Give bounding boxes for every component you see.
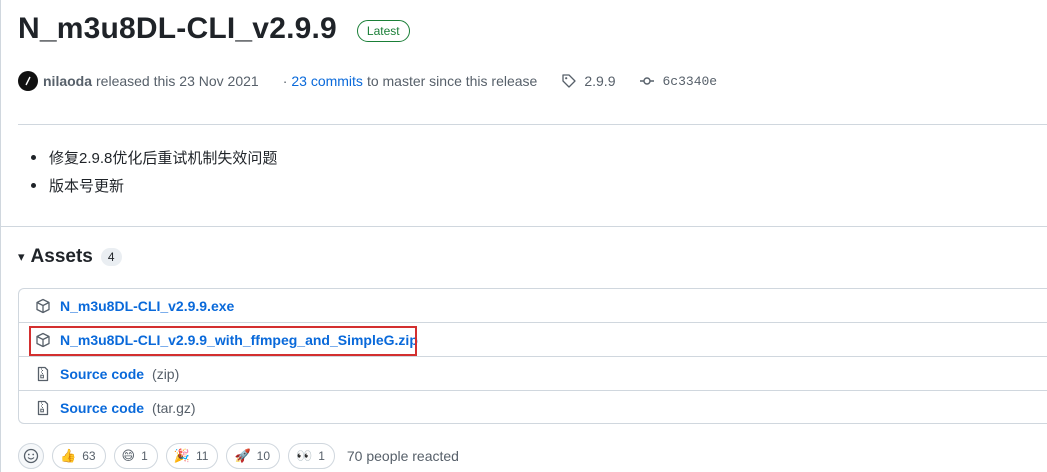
release-page: N_m3u8DL-CLI_v2.9.9 Latest nilaoda relea… <box>0 0 1047 472</box>
package-icon <box>35 298 51 314</box>
smiley-icon <box>23 448 39 464</box>
divider <box>18 124 1047 125</box>
bullet <box>31 182 36 188</box>
assets-title: Assets <box>30 246 93 267</box>
note-text: 版本号更新 <box>49 177 125 195</box>
laugh-icon: 😄 <box>121 448 136 463</box>
asset-format: (tar.gz) <box>152 400 196 416</box>
thumbs-up-icon: 👍 <box>60 448 77 463</box>
list-item: 版本号更新 <box>31 171 277 199</box>
package-icon <box>35 332 51 348</box>
author-link[interactable]: nilaoda <box>43 73 92 89</box>
reaction-rocket[interactable]: 🚀 10 <box>226 443 280 469</box>
commits-suffix: to master since this release <box>366 73 538 89</box>
avatar[interactable] <box>18 71 38 91</box>
reactions-bar: 👍 63 😄 1 🎉 11 🚀 10 👀 1 70 people reacted <box>18 443 459 469</box>
hooray-icon: 🎉 <box>173 448 190 463</box>
file-zip-icon <box>35 366 51 382</box>
caret-down-icon: ▾ <box>18 249 25 264</box>
commit-sha: 6c3340e <box>662 73 718 89</box>
tag-label: 2.9.9 <box>584 73 616 89</box>
reaction-count: 10 <box>256 449 270 463</box>
tag-link[interactable]: 2.9.9 <box>561 73 615 89</box>
commit-icon <box>639 73 655 89</box>
note-text: 修复2.9.8优化后重试机制失效问题 <box>49 149 278 167</box>
asset-row[interactable]: Source code (tar.gz) <box>19 391 1047 425</box>
commits-link[interactable]: 23 commits <box>291 73 363 89</box>
divider <box>1 226 1047 227</box>
release-meta: nilaoda released this 23 Nov 2021 · 23 c… <box>18 71 717 91</box>
asset-row[interactable]: N_m3u8DL-CLI_v2.9.9_with_ffmpeg_and_Simp… <box>19 323 1047 357</box>
reaction-count: 1 <box>141 449 148 463</box>
release-notes: 修复2.9.8优化后重试机制失效问题 版本号更新 <box>31 143 277 199</box>
eyes-icon: 👀 <box>296 448 313 463</box>
latest-badge: Latest <box>356 20 410 42</box>
tag-icon <box>561 73 577 89</box>
assets-count-badge: 4 <box>100 248 122 266</box>
reaction-count: 63 <box>82 449 96 463</box>
bullet <box>31 154 36 160</box>
asset-link[interactable]: N_m3u8DL-CLI_v2.9.9_with_ffmpeg_and_Simp… <box>60 332 418 348</box>
reaction-count: 11 <box>195 449 209 463</box>
reaction-laugh[interactable]: 😄 1 <box>113 443 158 469</box>
released-date: released this 23 Nov 2021 <box>96 73 259 89</box>
commit-link[interactable]: 6c3340e <box>639 73 717 89</box>
asset-row[interactable]: Source code (zip) <box>19 357 1047 391</box>
reaction-hooray[interactable]: 🎉 11 <box>165 443 219 469</box>
reaction-count: 1 <box>318 449 325 463</box>
file-zip-icon <box>35 400 51 416</box>
reaction-eyes[interactable]: 👀 1 <box>288 443 335 469</box>
asset-link[interactable]: Source code <box>60 400 144 416</box>
add-reaction-button[interactable] <box>18 443 44 469</box>
reactions-summary: 70 people reacted <box>346 448 459 464</box>
rocket-icon: 🚀 <box>234 448 251 463</box>
release-header: N_m3u8DL-CLI_v2.9.9 Latest <box>18 12 410 46</box>
asset-link[interactable]: N_m3u8DL-CLI_v2.9.9.exe <box>60 298 234 314</box>
asset-row[interactable]: N_m3u8DL-CLI_v2.9.9.exe <box>19 289 1047 323</box>
reaction-thumbs-up[interactable]: 👍 63 <box>52 443 106 469</box>
list-item: 修复2.9.8优化后重试机制失效问题 <box>31 143 277 171</box>
assets-toggle[interactable]: ▾ Assets 4 <box>18 246 122 268</box>
asset-format: (zip) <box>152 365 180 382</box>
asset-link[interactable]: Source code <box>60 366 144 382</box>
release-title[interactable]: N_m3u8DL-CLI_v2.9.9 <box>18 12 337 46</box>
assets-list: N_m3u8DL-CLI_v2.9.9.exe N_m3u8DL-CLI_v2.… <box>18 288 1047 424</box>
meta-dot: · <box>282 73 288 89</box>
